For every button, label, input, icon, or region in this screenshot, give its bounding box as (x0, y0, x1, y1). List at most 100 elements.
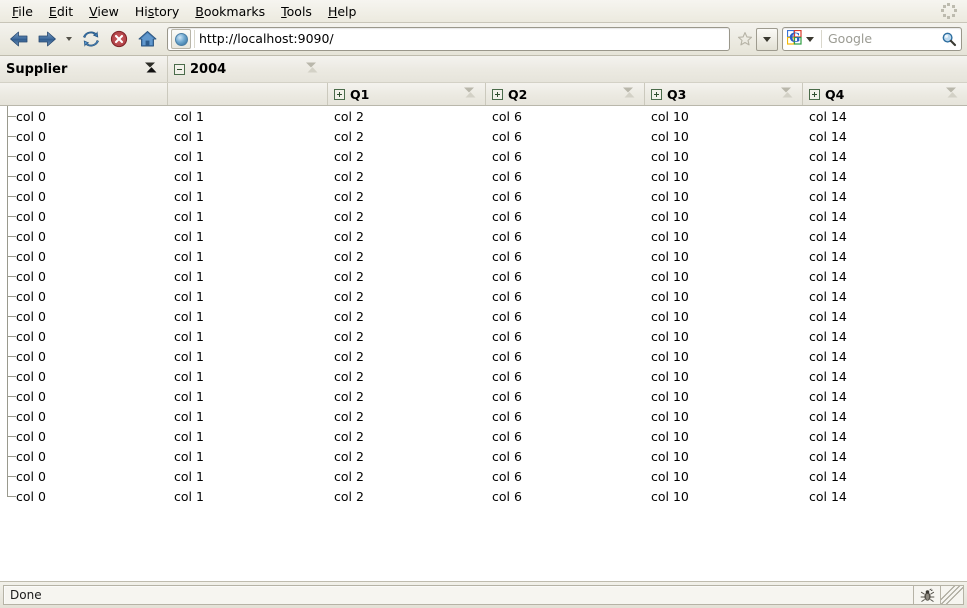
table-cell: col 0 (16, 128, 46, 144)
table-cell: col 14 (809, 368, 847, 384)
url-input[interactable]: http://localhost:9090/ (194, 30, 729, 48)
table-row[interactable]: col 0 col 1 col 2 col 6 col 10 col 14 (0, 466, 967, 486)
table-cell: col 10 (651, 128, 689, 144)
column-header-q2[interactable]: Q2 (486, 83, 645, 105)
table-row[interactable]: col 0 col 1 col 2 col 6 col 10 col 14 (0, 206, 967, 226)
table-cell: col 2 (334, 188, 364, 204)
table-row[interactable]: col 0 col 1 col 2 col 6 col 10 col 14 (0, 186, 967, 206)
table-row[interactable]: col 0 col 1 col 2 col 6 col 10 col 14 (0, 486, 967, 506)
table-cell: col 0 (16, 368, 46, 384)
table-cell: col 2 (334, 108, 364, 124)
sort-descending-icon[interactable] (944, 86, 960, 103)
page-content: Supplier 2004 Q1 Q2 Q3 Q4 col 0 col 1 col 2 col… (0, 56, 967, 581)
home-icon[interactable] (133, 25, 161, 53)
status-message: Done (3, 585, 914, 605)
table-row[interactable]: col 0 col 1 col 2 col 6 col 10 col 14 (0, 446, 967, 466)
sort-descending-icon[interactable] (304, 61, 320, 78)
collapse-box-icon[interactable] (174, 63, 185, 75)
url-bar[interactable]: http://localhost:9090/ (167, 27, 730, 51)
sort-descending-icon[interactable] (621, 86, 637, 103)
table-cell: col 1 (174, 368, 204, 384)
expand-box-icon[interactable] (492, 88, 503, 100)
column-header-q3[interactable]: Q3 (645, 83, 803, 105)
search-bar[interactable]: G Google (782, 27, 962, 51)
table-cell: col 14 (809, 408, 847, 424)
back-arrow-icon[interactable] (5, 25, 33, 53)
menu-bar: File Edit View History Bookmarks Tools Help (0, 0, 967, 23)
resize-grip-icon[interactable] (941, 585, 964, 605)
table-row[interactable]: col 0 col 1 col 2 col 6 col 10 col 14 (0, 126, 967, 146)
menu-item-view[interactable]: View (81, 2, 127, 21)
search-engine-dropdown-icon[interactable] (802, 36, 818, 42)
reload-icon[interactable] (77, 25, 105, 53)
stop-icon[interactable] (105, 25, 133, 53)
table-row[interactable]: col 0 col 1 col 2 col 6 col 10 col 14 (0, 106, 967, 126)
table-row[interactable]: col 0 col 1 col 2 col 6 col 10 col 14 (0, 426, 967, 446)
menu-item-history[interactable]: History (127, 2, 187, 21)
table-cell: col 14 (809, 248, 847, 264)
expand-box-icon[interactable] (809, 88, 820, 100)
table-row[interactable]: col 0 col 1 col 2 col 6 col 10 col 14 (0, 406, 967, 426)
table-cell: col 6 (492, 388, 522, 404)
status-bar: Done (0, 581, 967, 608)
firebug-bug-icon[interactable] (914, 585, 941, 605)
table-cell: col 0 (16, 468, 46, 484)
forward-arrow-icon[interactable] (33, 25, 61, 53)
table-row[interactable]: col 0 col 1 col 2 col 6 col 10 col 14 (0, 326, 967, 346)
expand-box-icon[interactable] (651, 88, 662, 100)
table-cell: col 2 (334, 168, 364, 184)
column-header-2004[interactable]: 2004 (168, 56, 967, 82)
sort-descending-icon[interactable] (779, 86, 795, 103)
table-cell: col 2 (334, 308, 364, 324)
table-cell: col 10 (651, 448, 689, 464)
table-cell: col 10 (651, 188, 689, 204)
table-row[interactable]: col 0 col 1 col 2 col 6 col 10 col 14 (0, 346, 967, 366)
column-header-label: 2004 (190, 61, 227, 77)
table-cell: col 14 (809, 448, 847, 464)
menu-item-bookmarks[interactable]: Bookmarks (187, 2, 273, 21)
table-cell: col 1 (174, 408, 204, 424)
table-cell: col 6 (492, 228, 522, 244)
menu-item-edit[interactable]: Edit (41, 2, 81, 21)
table-cell: col 2 (334, 288, 364, 304)
table-cell: col 14 (809, 348, 847, 364)
table-cell: col 6 (492, 148, 522, 164)
table-row[interactable]: col 0 col 1 col 2 col 6 col 10 col 14 (0, 166, 967, 186)
chevron-down-icon[interactable] (61, 25, 77, 53)
table-row[interactable]: col 0 col 1 col 2 col 6 col 10 col 14 (0, 306, 967, 326)
search-input[interactable]: Google (821, 30, 937, 48)
bookmark-dropdown-button[interactable] (756, 27, 778, 51)
table-row[interactable]: col 0 col 1 col 2 col 6 col 10 col 14 (0, 266, 967, 286)
column-header-q1[interactable]: Q1 (328, 83, 486, 105)
magnifier-icon[interactable] (937, 31, 961, 47)
sort-descending-icon[interactable] (143, 61, 159, 78)
table-cell: col 10 (651, 348, 689, 364)
menu-item-tools[interactable]: Tools (273, 2, 320, 21)
table-row[interactable]: col 0 col 1 col 2 col 6 col 10 col 14 (0, 146, 967, 166)
table-row[interactable]: col 0 col 1 col 2 col 6 col 10 col 14 (0, 366, 967, 386)
sort-descending-icon[interactable] (462, 86, 478, 103)
star-icon[interactable] (734, 28, 756, 50)
table-row[interactable]: col 0 col 1 col 2 col 6 col 10 col 14 (0, 226, 967, 246)
table-cell: col 1 (174, 348, 204, 364)
table-row[interactable]: col 0 col 1 col 2 col 6 col 10 col 14 (0, 246, 967, 266)
google-g-icon[interactable]: G (786, 29, 802, 48)
table-cell: col 2 (334, 128, 364, 144)
table-cell: col 10 (651, 368, 689, 384)
table-row[interactable]: col 0 col 1 col 2 col 6 col 10 col 14 (0, 386, 967, 406)
menu-item-file[interactable]: File (4, 2, 41, 21)
table-cell: col 0 (16, 328, 46, 344)
expand-box-icon[interactable] (334, 88, 345, 100)
column-header-supplier[interactable]: Supplier (0, 56, 168, 82)
table-cell: col 2 (334, 248, 364, 264)
table-cell: col 6 (492, 368, 522, 384)
column-header-label: Q2 (508, 86, 528, 102)
table-cell: col 14 (809, 268, 847, 284)
menu-item-help[interactable]: Help (320, 2, 365, 21)
table-cell: col 1 (174, 148, 204, 164)
table-cell: col 0 (16, 488, 46, 504)
table-cell: col 2 (334, 488, 364, 504)
table-cell: col 10 (651, 428, 689, 444)
table-row[interactable]: col 0 col 1 col 2 col 6 col 10 col 14 (0, 286, 967, 306)
column-header-q4[interactable]: Q4 (803, 83, 967, 105)
